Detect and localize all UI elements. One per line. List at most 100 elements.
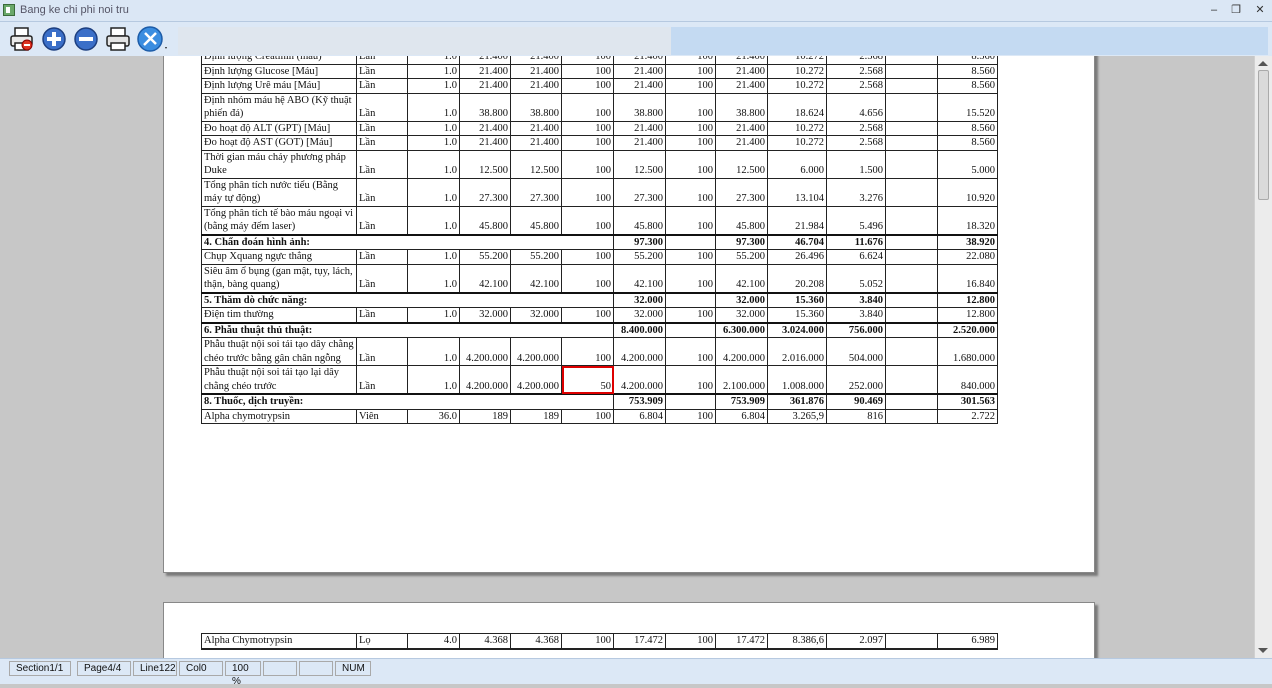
cell-r2 <box>665 393 716 410</box>
cell-p2: 21.400 <box>510 120 562 136</box>
cell-p1 <box>459 647 511 650</box>
report-viewport[interactable]: Định lượng Creatinin (máu) Lần 1.0 21.400 21… <box>0 56 1254 658</box>
window-title: Bang ke chi phi noi tru <box>20 4 129 16</box>
cell-r2: 100 <box>665 263 716 293</box>
cell-c4: 5.000 <box>937 149 998 179</box>
cell-p1: 4.200.000 <box>459 337 511 366</box>
cell-r1 <box>561 647 614 650</box>
vertical-scrollbar[interactable] <box>1254 56 1272 658</box>
table-row: Phẫu thuật nội soi tái tạo lại dây chằng… <box>201 365 998 395</box>
cell-r1: 100 <box>561 177 614 207</box>
cell-t1: 4.200.000 <box>613 337 666 366</box>
cell-p2 <box>510 647 562 650</box>
cell-c2: 5.052 <box>826 263 886 293</box>
cell-t1: 12.500 <box>613 149 666 179</box>
print-setup-icon <box>10 27 33 51</box>
cell-t2: 753.909 <box>715 393 768 410</box>
cell-r1: 100 <box>561 307 614 323</box>
cell-name: Phẫu thuật nội soi tái tạo lại dây chằng… <box>201 365 357 395</box>
group-label: 6. Phẫu thuật thủ thuật: <box>201 321 614 338</box>
cell-t2: 12.500 <box>715 149 768 179</box>
table-row: Phẫu thuật nội soi tái tạo dây chằng ché… <box>201 337 998 366</box>
cell-c1: 6.000 <box>767 149 827 179</box>
cell-r1: 100 <box>561 263 614 293</box>
cell-r2: 100 <box>665 408 716 424</box>
cell-name: Đo hoạt độ ALT (GPT) [Máu] <box>201 120 357 136</box>
zoom-in-button[interactable] <box>40 25 68 53</box>
cell-t1: 27.300 <box>613 177 666 207</box>
minimize-button[interactable]: – <box>1203 1 1225 19</box>
cell-name: Alpha Chymotrypsin <box>201 633 357 649</box>
cell-c1 <box>767 647 827 650</box>
cell-r2: 100 <box>665 92 716 122</box>
cell-r1: 100 <box>561 135 614 151</box>
table-row: Chụp Xquang ngực thẳng Lần 1.0 55.200 55.200… <box>201 249 998 265</box>
cell-t1: 21.400 <box>613 56 666 65</box>
cell-p1: 27.300 <box>459 177 511 207</box>
cell-r2 <box>665 291 716 308</box>
status-section: Section1/1 <box>9 661 71 676</box>
cell-p2: 21.400 <box>510 135 562 151</box>
cell-t2: 21.400 <box>715 56 768 65</box>
close-button[interactable]: ✕ <box>1249 1 1271 19</box>
cell-t2: 42.100 <box>715 263 768 293</box>
cell-c4: 38.920 <box>937 233 998 250</box>
cell-unit: Lần <box>356 92 408 122</box>
scroll-down-arrow-icon[interactable] <box>1258 648 1268 653</box>
cell-r1: 100 <box>561 92 614 122</box>
print-button[interactable] <box>104 25 132 53</box>
zoom-out-icon <box>74 27 98 51</box>
table-row <box>201 647 998 650</box>
cell-c3 <box>885 291 938 308</box>
cell-t1: 55.200 <box>613 249 666 265</box>
group-row: 4. Chẩn đoán hình ảnh: 97.300 97.300 46.704… <box>201 233 998 250</box>
cell-p2: 21.400 <box>510 78 562 94</box>
cell-name: Tổng phân tích nước tiểu (Bằng máy tự độ… <box>201 177 357 207</box>
cell-c4 <box>937 647 998 650</box>
scroll-thumb[interactable] <box>1258 70 1269 200</box>
scroll-up-arrow-icon[interactable] <box>1258 61 1268 66</box>
zoom-out-button[interactable] <box>72 25 100 53</box>
cell-c2: 2.568 <box>826 120 886 136</box>
cell-t2: 27.300 <box>715 177 768 207</box>
cell-p2: 4.200.000 <box>510 337 562 366</box>
cell-p1: 42.100 <box>459 263 511 293</box>
settings-button[interactable] <box>136 25 167 53</box>
cell-p2: 45.800 <box>510 205 562 235</box>
cell-unit: Lần <box>356 149 408 179</box>
cell-unit: Lần <box>356 307 408 323</box>
cell-name: Siêu âm ổ bụng (gan mật, tụy, lách, thận… <box>201 263 357 293</box>
cell-c3 <box>885 92 938 122</box>
cell-p2: 38.800 <box>510 92 562 122</box>
cell-r1: 100 <box>561 249 614 265</box>
report-page: Định lượng Creatinin (máu) Lần 1.0 21.400 21… <box>163 56 1095 573</box>
print-setup-button[interactable] <box>8 25 36 53</box>
restore-button[interactable]: ❐ <box>1225 1 1247 19</box>
cell-r2: 100 <box>665 205 716 235</box>
cell-c1: 46.704 <box>767 233 827 250</box>
cell-qty: 1.0 <box>407 78 460 94</box>
cell-c4: 2.722 <box>937 408 998 424</box>
cell-c2: 2.568 <box>826 78 886 94</box>
cell-t1: 21.400 <box>613 120 666 136</box>
cell-c3 <box>885 393 938 410</box>
cell-c2 <box>826 647 886 650</box>
cell-p1: 21.400 <box>459 135 511 151</box>
cell-r1: 100 <box>561 205 614 235</box>
cell-qty: 1.0 <box>407 120 460 136</box>
cell-unit: Lần <box>356 337 408 366</box>
cell-c3 <box>885 149 938 179</box>
cell-c4: 22.080 <box>937 249 998 265</box>
cell-c1: 8.386,6 <box>767 633 827 649</box>
cell-name: Điện tim thường <box>201 307 357 323</box>
cell-p1: 21.400 <box>459 120 511 136</box>
cell-c2: 1.500 <box>826 149 886 179</box>
cell-t2: 38.800 <box>715 92 768 122</box>
cell-name: Chụp Xquang ngực thẳng <box>201 249 357 265</box>
highlighted-rate-cell: 50 <box>561 365 614 395</box>
status-blank-2 <box>299 661 333 676</box>
cell-r1: 100 <box>561 408 614 424</box>
cell-c2: 756.000 <box>826 321 886 338</box>
cell-r2: 100 <box>665 177 716 207</box>
cell-t1: 21.400 <box>613 78 666 94</box>
